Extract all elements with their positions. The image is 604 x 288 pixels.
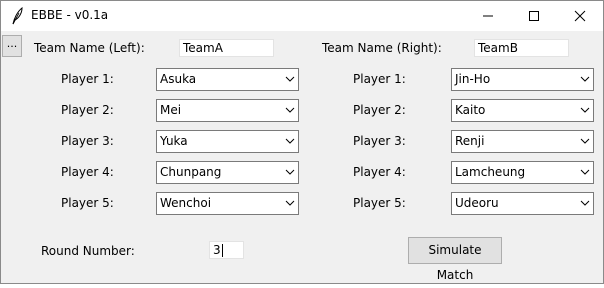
right-player-3-combobox[interactable]: Renji [451,130,594,153]
chevron-down-icon [285,200,295,206]
title-bar[interactable]: EBBE - v0.1a [1,1,603,31]
right-player-3-label: Player 3: [353,134,406,148]
right-player-5-value: Udeoru [455,196,499,210]
right-player-5-combobox[interactable]: Udeoru [451,192,594,215]
left-player-2-combobox[interactable]: Mei [156,99,299,122]
minimize-button[interactable] [465,1,511,31]
left-player-1-label: Player 1: [61,72,114,86]
chevron-down-icon [580,200,590,206]
minimize-icon [483,15,493,17]
app-window: EBBE - v0.1a ... Team Name (Left): TeamA… [0,0,604,284]
chevron-down-icon [580,76,590,82]
left-player-4-value: Chunpang [160,165,222,179]
right-player-2-combobox[interactable]: Kaito [451,99,594,122]
right-player-1-value: Jin-Ho [455,72,491,86]
left-player-4-combobox[interactable]: Chunpang [156,161,299,184]
left-player-1-combobox[interactable]: Asuka [156,68,299,91]
left-player-3-combobox[interactable]: Yuka [156,130,299,153]
maximize-icon [529,11,539,21]
main-content: ... Team Name (Left): TeamA Player 1: As… [1,31,603,283]
feather-icon [12,7,23,25]
left-player-5-value: Wenchoi [160,196,212,210]
left-player-3-label: Player 3: [61,134,114,148]
window-title: EBBE - v0.1a [31,8,109,22]
close-button[interactable] [557,1,603,31]
menu-button[interactable]: ... [2,35,22,57]
round-number-input[interactable]: 3 [209,241,244,259]
left-player-5-combobox[interactable]: Wenchoi [156,192,299,215]
chevron-down-icon [580,169,590,175]
chevron-down-icon [285,138,295,144]
close-icon [574,10,586,22]
left-player-2-label: Player 2: [61,103,114,117]
maximize-button[interactable] [511,1,557,31]
right-player-1-label: Player 1: [353,72,406,86]
chevron-down-icon [580,107,590,113]
team-right-input[interactable]: TeamB [474,39,569,57]
left-player-2-value: Mei [160,103,182,117]
simulate-match-button[interactable]: Simulate Match [408,237,502,282]
left-player-1-value: Asuka [160,72,197,86]
right-player-3-value: Renji [455,134,485,148]
chevron-down-icon [285,107,295,113]
right-player-4-combobox[interactable]: Lamcheung [451,161,594,184]
right-player-5-label: Player 5: [353,196,406,210]
chevron-down-icon [285,169,295,175]
left-player-5-label: Player 5: [61,196,114,210]
left-player-3-value: Yuka [160,134,188,148]
chevron-down-icon [285,76,295,82]
chevron-down-icon [580,138,590,144]
right-player-1-combobox[interactable]: Jin-Ho [451,68,594,91]
left-player-4-label: Player 4: [61,165,114,179]
team-left-label: Team Name (Left): [34,41,145,55]
right-player-4-value: Lamcheung [455,165,526,179]
round-number-label: Round Number: [41,244,135,258]
team-right-label: Team Name (Right): [322,41,442,55]
round-number-value: 3 [213,243,221,257]
team-left-input[interactable]: TeamA [179,39,274,57]
right-player-4-label: Player 4: [353,165,406,179]
right-player-2-label: Player 2: [353,103,406,117]
text-cursor [221,244,223,257]
right-player-2-value: Kaito [455,103,486,117]
